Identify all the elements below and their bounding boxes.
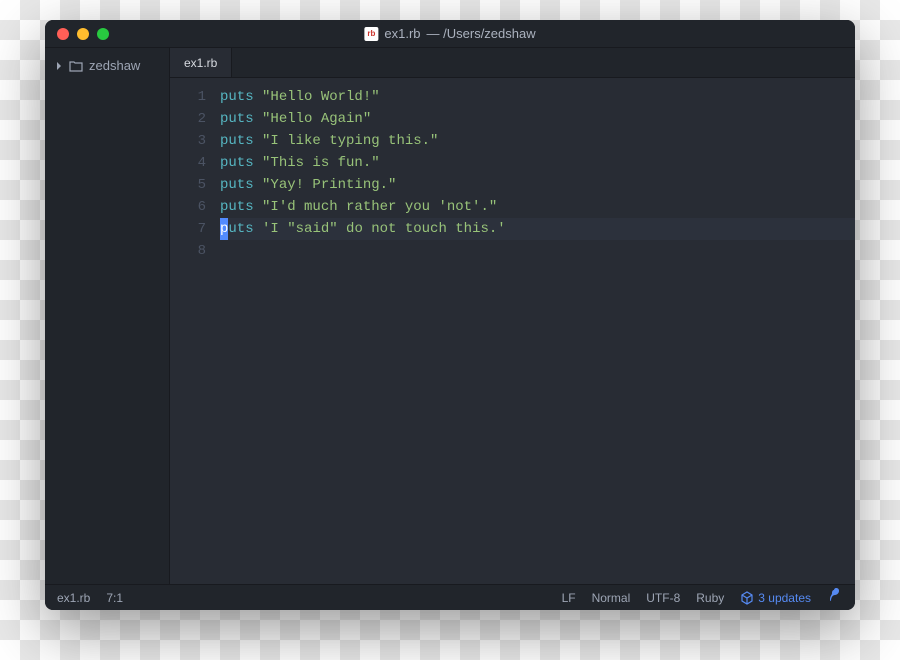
updates-label: 3 updates bbox=[758, 591, 811, 605]
main-panel: ex1.rb 12345678 puts "Hello World!"puts … bbox=[170, 48, 855, 584]
keyword: puts bbox=[220, 155, 254, 171]
close-button[interactable] bbox=[57, 28, 69, 40]
status-left: ex1.rb 7:1 bbox=[57, 591, 123, 605]
window-title: rb ex1.rb — /Users/zedshaw bbox=[364, 26, 535, 41]
status-right: LF Normal UTF-8 Ruby 3 updates bbox=[562, 587, 843, 608]
keyword: puts bbox=[220, 199, 254, 215]
status-language[interactable]: Ruby bbox=[696, 591, 724, 605]
code-line[interactable]: puts "Hello Again" bbox=[220, 108, 855, 130]
string-literal: "I like typing this." bbox=[262, 133, 438, 149]
title-filename: ex1.rb bbox=[384, 26, 420, 41]
string-literal: 'I "said" do not touch this.' bbox=[262, 221, 506, 237]
keyword: puts bbox=[220, 133, 254, 149]
tab-bar[interactable]: ex1.rb bbox=[170, 48, 855, 78]
line-number[interactable]: 3 bbox=[170, 130, 206, 152]
string-literal: "I'd much rather you 'not'." bbox=[262, 199, 497, 215]
status-updates[interactable]: 3 updates bbox=[740, 591, 811, 605]
tab-label: ex1.rb bbox=[184, 56, 217, 70]
traffic-lights bbox=[45, 28, 109, 40]
status-line-ending[interactable]: LF bbox=[562, 591, 576, 605]
keyword: puts bbox=[220, 177, 254, 193]
file-tree-sidebar[interactable]: zedshaw bbox=[45, 48, 170, 584]
editor-body: zedshaw ex1.rb 12345678 puts "Hello Worl… bbox=[45, 48, 855, 584]
code-line[interactable]: puts 'I "said" do not touch this.' bbox=[220, 218, 855, 240]
line-gutter[interactable]: 12345678 bbox=[170, 86, 220, 584]
code-line[interactable]: puts "Hello World!" bbox=[220, 86, 855, 108]
status-file[interactable]: ex1.rb bbox=[57, 591, 90, 605]
maximize-button[interactable] bbox=[97, 28, 109, 40]
squirrel-icon[interactable] bbox=[827, 587, 843, 608]
line-number[interactable]: 1 bbox=[170, 86, 206, 108]
code-area[interactable]: puts "Hello World!"puts "Hello Again"put… bbox=[220, 86, 855, 584]
string-literal: "Hello Again" bbox=[262, 111, 371, 127]
chevron-right-icon bbox=[55, 62, 63, 70]
status-bar[interactable]: ex1.rb 7:1 LF Normal UTF-8 Ruby 3 update… bbox=[45, 584, 855, 610]
line-number[interactable]: 4 bbox=[170, 152, 206, 174]
status-position[interactable]: 7:1 bbox=[106, 591, 123, 605]
code-editor[interactable]: 12345678 puts "Hello World!"puts "Hello … bbox=[170, 78, 855, 584]
keyword: puts bbox=[220, 111, 254, 127]
tab-ex1rb[interactable]: ex1.rb bbox=[170, 48, 232, 77]
minimize-button[interactable] bbox=[77, 28, 89, 40]
line-number[interactable]: 8 bbox=[170, 240, 206, 262]
line-number[interactable]: 6 bbox=[170, 196, 206, 218]
ruby-file-icon: rb bbox=[364, 27, 378, 41]
package-icon bbox=[740, 591, 754, 605]
status-encoding[interactable]: UTF-8 bbox=[646, 591, 680, 605]
status-mode[interactable]: Normal bbox=[592, 591, 631, 605]
keyword: uts bbox=[228, 221, 253, 237]
code-line[interactable]: puts "I like typing this." bbox=[220, 130, 855, 152]
line-number[interactable]: 2 bbox=[170, 108, 206, 130]
code-line[interactable]: puts "This is fun." bbox=[220, 152, 855, 174]
string-literal: "This is fun." bbox=[262, 155, 380, 171]
code-line[interactable] bbox=[220, 240, 855, 262]
folder-label: zedshaw bbox=[89, 58, 140, 73]
code-line[interactable]: puts "I'd much rather you 'not'." bbox=[220, 196, 855, 218]
title-path: — /Users/zedshaw bbox=[427, 26, 536, 41]
titlebar[interactable]: rb ex1.rb — /Users/zedshaw bbox=[45, 20, 855, 48]
line-number[interactable]: 5 bbox=[170, 174, 206, 196]
string-literal: "Yay! Printing." bbox=[262, 177, 396, 193]
keyword: puts bbox=[220, 89, 254, 105]
string-literal: "Hello World!" bbox=[262, 89, 380, 105]
line-number[interactable]: 7 bbox=[170, 218, 206, 240]
folder-icon bbox=[69, 59, 83, 73]
editor-window: rb ex1.rb — /Users/zedshaw zedshaw ex1.r… bbox=[45, 20, 855, 610]
code-line[interactable]: puts "Yay! Printing." bbox=[220, 174, 855, 196]
tree-root-folder[interactable]: zedshaw bbox=[45, 54, 169, 77]
